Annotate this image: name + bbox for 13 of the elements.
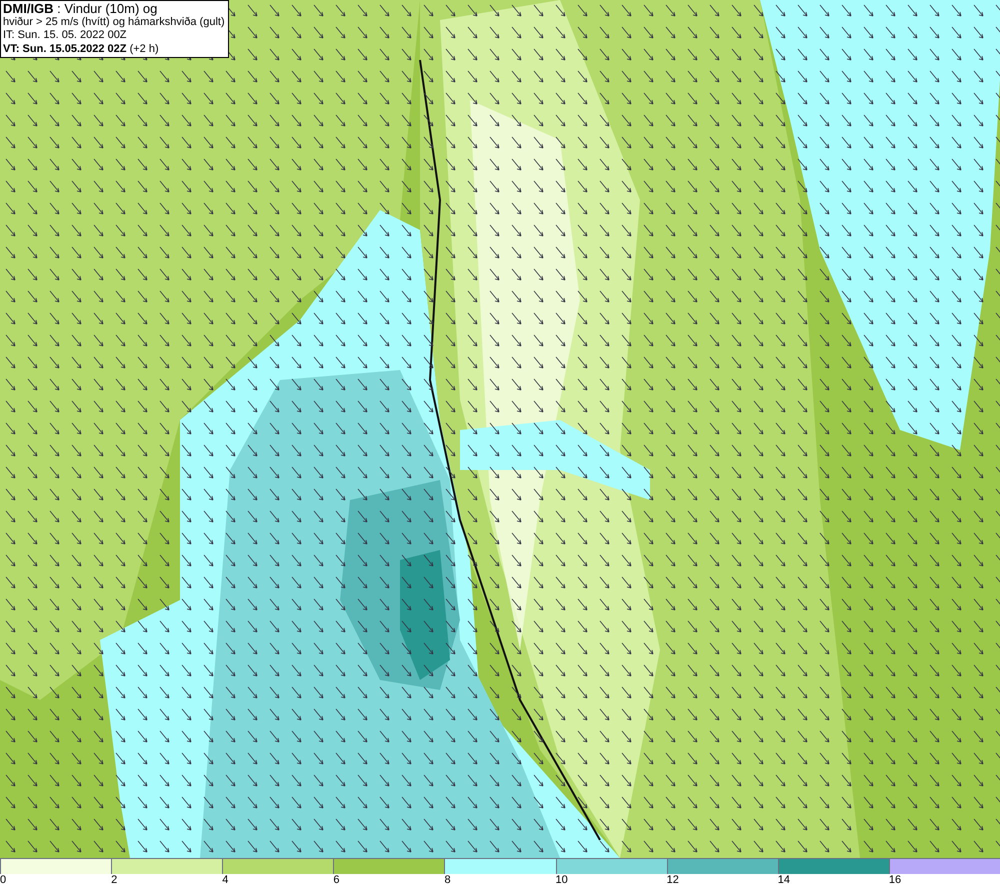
title-line: IT: Sun. 15. 05. 2022 00Z [3, 29, 128, 42]
legend-label: 10 [556, 874, 568, 887]
legend-label: 16 [888, 874, 902, 887]
legend-label: 6 [333, 874, 340, 887]
legend-label: 4 [222, 874, 228, 887]
title-line: VT: Sun. 15.05.2022 02Z (+2 h) [3, 42, 160, 56]
legend-label: 12 [666, 874, 679, 887]
legend-label: 14 [778, 874, 790, 887]
legend-label: 2 [111, 874, 118, 887]
legend-label: 0 [0, 874, 6, 887]
title-line: DMI/IGB : Vindur (10m) og [3, 2, 158, 16]
legend-label: 8 [444, 874, 451, 887]
title-line: hviður > 25 m/s (hvítt) og hámarkshviða (gult) [3, 16, 226, 29]
